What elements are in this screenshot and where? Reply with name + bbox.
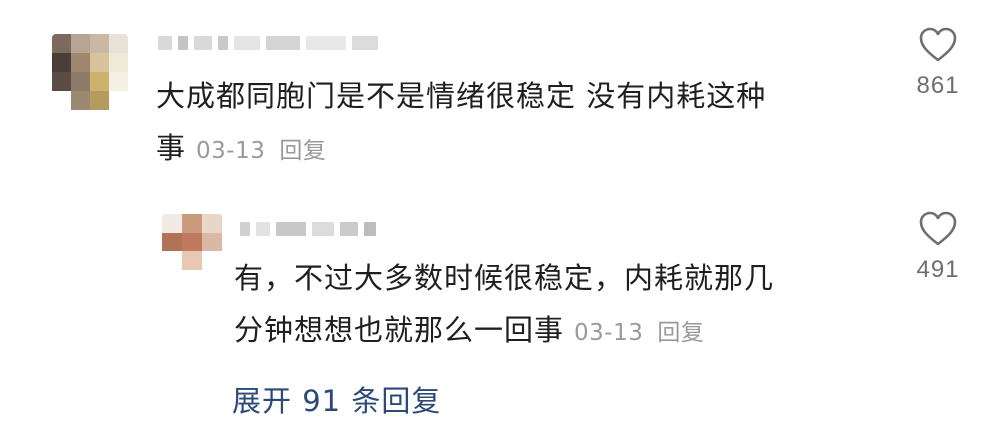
comment-body: 大成都同胞门是不是情绪很稳定 没有内耗这种 事 03-13 回复 — [156, 70, 766, 177]
reply-like-group: 491 — [898, 210, 978, 284]
comment-text-continued: 事 — [156, 131, 187, 165]
heart-outline-icon[interactable] — [918, 210, 958, 248]
username-blurred[interactable] — [158, 36, 378, 50]
comment-text-line: 事 03-13 回复 — [156, 122, 766, 177]
comment-text-line: 大成都同胞门是不是情绪很稳定 没有内耗这种 — [156, 79, 767, 113]
reply-like-count: 491 — [916, 256, 960, 283]
reply-body: 有，不过大多数时候很稳定，内耗就那几 分钟想想也就那么一回事 03-13 回复 — [234, 252, 774, 359]
comment-date: 03-13 — [196, 138, 266, 164]
comment-meta: 03-13 回复 — [196, 138, 326, 164]
reply-text-line: 分钟想想也就那么一回事 03-13 回复 — [234, 304, 774, 359]
like-group: 861 — [898, 26, 978, 100]
reply-text-continued: 分钟想想也就那么一回事 — [234, 313, 565, 347]
reply-button[interactable]: 回复 — [657, 320, 704, 346]
avatar[interactable] — [52, 34, 128, 110]
reply-date: 03-13 — [574, 320, 644, 346]
reply-text-line: 有，不过大多数时候很稳定，内耗就那几 — [234, 261, 775, 295]
reply-username-blurred[interactable] — [240, 222, 376, 236]
reply-meta: 03-13 回复 — [574, 320, 704, 346]
heart-outline-icon[interactable] — [918, 26, 958, 64]
reply-button[interactable]: 回复 — [279, 138, 326, 164]
reply-avatar[interactable] — [162, 214, 222, 270]
like-count: 861 — [916, 72, 960, 99]
expand-replies-button[interactable]: 展开 91 条回复 — [232, 378, 441, 420]
